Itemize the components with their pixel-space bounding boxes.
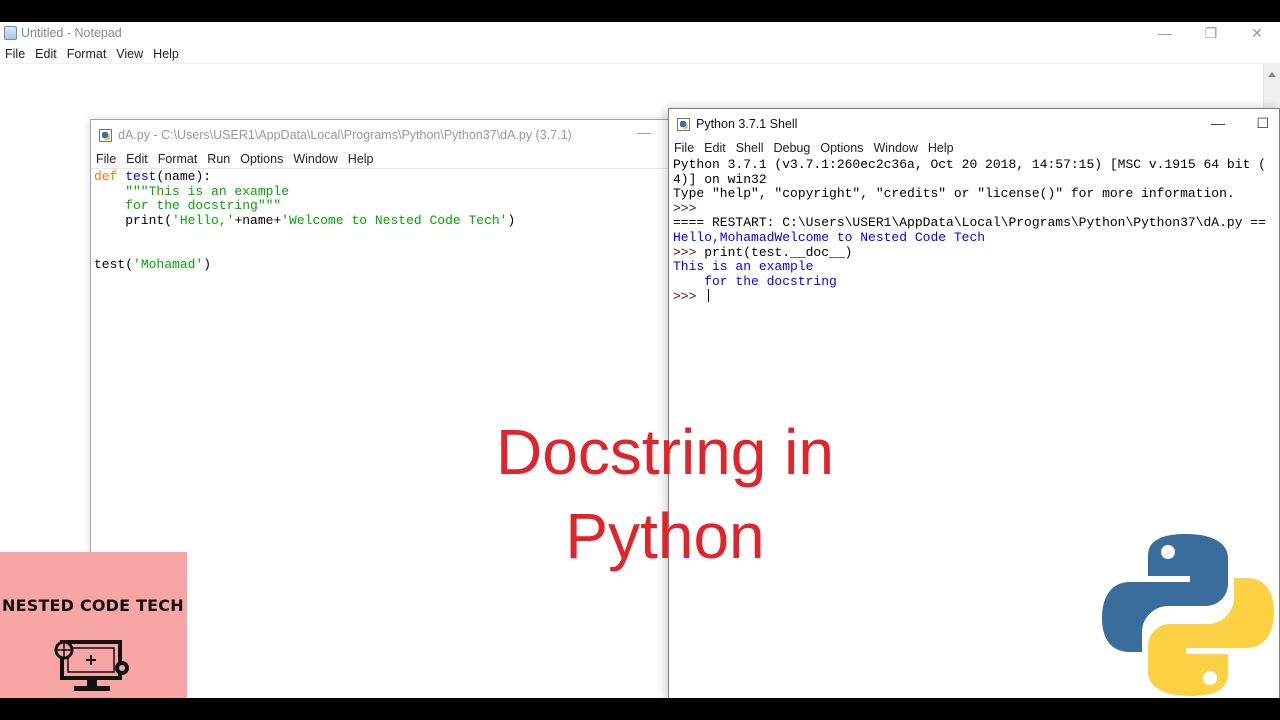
menu-window[interactable]: Window — [288, 152, 342, 166]
overlay-title-line: Docstring in — [496, 416, 834, 488]
editor-minimize-button[interactable]: — — [637, 124, 651, 140]
close-button[interactable]: ✕ — [1234, 22, 1280, 44]
notepad-title: Untitled - Notepad — [21, 26, 122, 40]
menu-window[interactable]: Window — [868, 141, 922, 155]
banner-line: Type "help", "copyright", "credits" or "… — [673, 186, 1235, 202]
menu-file[interactable]: File — [0, 47, 30, 61]
editor-titlebar[interactable]: dA.py - C:\Users\USER1\AppData\Local\Pro… — [91, 120, 669, 150]
output-line: for the docstring — [673, 273, 837, 289]
notepad-window-controls: — ❐ ✕ — [1142, 22, 1280, 44]
shell-titlebar[interactable]: Python 3.7.1 Shell — [669, 109, 1279, 139]
menu-options[interactable]: Options — [815, 141, 868, 155]
menu-edit[interactable]: Edit — [699, 141, 731, 155]
output-line: Hello,MohamadWelcome to Nested Code Tech — [673, 229, 986, 245]
menu-help[interactable]: Help — [343, 152, 379, 166]
notepad-menubar: File Edit Format View Help — [0, 44, 1280, 63]
menu-format[interactable]: Format — [153, 152, 203, 166]
video-overlay-title: Docstring in Python — [420, 410, 910, 578]
menu-shell[interactable]: Shell — [731, 141, 769, 155]
python-shell-icon — [677, 117, 690, 131]
shell-output-area[interactable]: Python 3.7.1 (v3.7.1:260ec2c36a, Oct 20 … — [669, 157, 1279, 306]
editor-menubar: File Edit Format Run Options Window Help — [91, 150, 669, 168]
code-line: for the docstring""" — [94, 198, 282, 214]
channel-badge: NESTED CODE TECH — [0, 552, 187, 698]
menu-file[interactable]: File — [91, 152, 121, 166]
letterbox-bar — [0, 698, 1280, 720]
channel-name: NESTED CODE TECH — [2, 596, 184, 615]
python-logo-icon — [1102, 534, 1274, 696]
shell-minimize-button[interactable]: — — [1211, 115, 1225, 131]
editor-title: dA.py - C:\Users\USER1\AppData\Local\Pro… — [118, 128, 572, 142]
code-line: print('Hello,'+name+'Welcome to Nested C… — [94, 212, 516, 228]
menu-edit[interactable]: Edit — [121, 152, 153, 166]
menu-run[interactable]: Run — [202, 152, 235, 166]
code-line: """This is an example — [94, 183, 290, 199]
output-line: This is an example — [673, 259, 814, 275]
minimize-button[interactable]: — — [1142, 22, 1188, 44]
menu-help[interactable]: Help — [923, 141, 959, 155]
notepad-icon — [4, 26, 17, 40]
restore-button[interactable]: ❐ — [1188, 22, 1234, 44]
menu-debug[interactable]: Debug — [769, 141, 816, 155]
banner-line: 4)] on win32 — [673, 171, 767, 187]
overlay-title-line: Python — [565, 500, 765, 572]
menu-edit[interactable]: Edit — [30, 47, 62, 61]
notepad-titlebar[interactable]: Untitled - Notepad — [0, 22, 1280, 44]
menu-options[interactable]: Options — [235, 152, 288, 166]
command-line: >>> print(test.__doc__) — [673, 244, 853, 260]
python-file-icon — [99, 128, 112, 142]
computer-gear-icon — [54, 640, 129, 691]
menu-help[interactable]: Help — [148, 47, 184, 61]
menu-file[interactable]: File — [669, 141, 699, 155]
menu-view[interactable]: View — [111, 47, 148, 61]
shell-menubar: File Edit Shell Debug Options Window Hel… — [669, 139, 1279, 157]
menu-divider — [0, 63, 1280, 64]
input-line[interactable]: >>> — [673, 289, 1275, 305]
banner-line: Python 3.7.1 (v3.7.1:260ec2c36a, Oct 20 … — [673, 157, 1266, 172]
restart-line: ==== RESTART: C:\Users\USER1\AppData\Loc… — [673, 215, 1266, 231]
menu-format[interactable]: Format — [62, 47, 112, 61]
notepad-scrollbar[interactable] — [1263, 64, 1280, 108]
text-cursor — [708, 289, 710, 303]
shell-title: Python 3.7.1 Shell — [696, 117, 798, 131]
shell-prompt: >>> — [673, 200, 705, 216]
code-line: def test(name): — [94, 169, 212, 184]
editor-code-area[interactable]: def test(name): """This is an example fo… — [91, 168, 669, 273]
shell-maximize-button[interactable]: ☐ — [1256, 115, 1269, 132]
code-line: test('Mohamad') — [94, 256, 212, 272]
